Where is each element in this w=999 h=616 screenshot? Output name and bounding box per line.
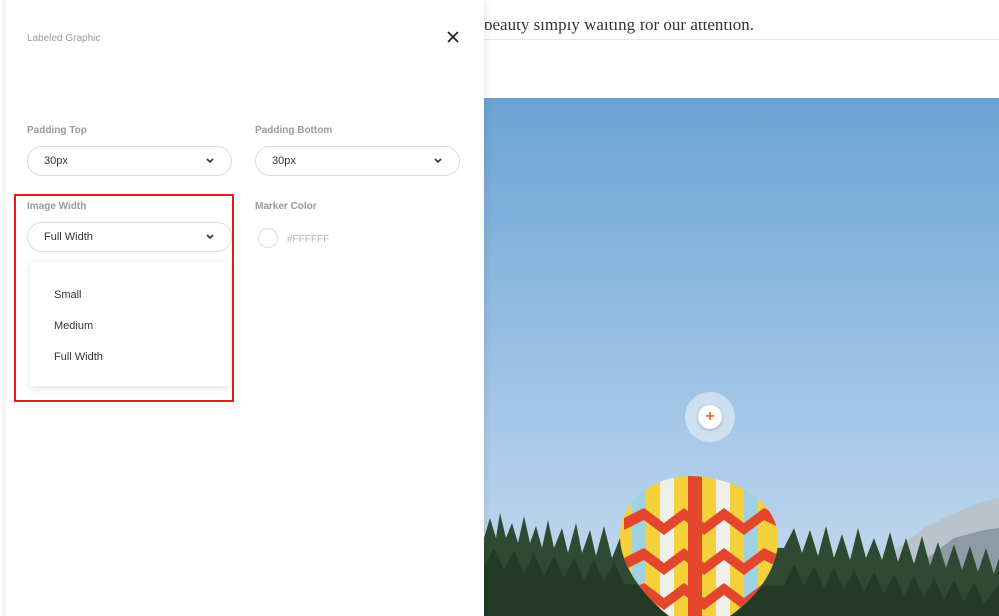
dropdown-option-full-width[interactable]: Full Width [54, 351, 103, 363]
close-button[interactable] [443, 27, 463, 47]
settings-panel: Labeled Graphic Padding Top 30px Padding… [3, 0, 484, 616]
header-divider [484, 39, 999, 40]
hotspot-marker[interactable]: + [685, 392, 735, 442]
padding-bottom-label: Padding Bottom [255, 125, 333, 136]
dropdown-option-medium[interactable]: Medium [54, 320, 93, 332]
image-width-dropdown: Small Medium Full Width [30, 262, 230, 386]
hero-image [484, 98, 999, 616]
balloon-photo [484, 98, 999, 616]
chevron-down-icon [205, 156, 215, 166]
padding-top-value: 30px [44, 155, 68, 167]
padding-bottom-select[interactable]: 30px [255, 146, 460, 176]
image-width-label: Image Width [27, 201, 87, 212]
article-text: beauty simply waiting for our attention. [484, 22, 755, 34]
article-text-line: beauty simply waiting for our attention. [484, 22, 999, 52]
image-width-select[interactable]: Full Width [27, 222, 232, 252]
marker-color-hex[interactable]: #FFFFFF [287, 234, 329, 245]
marker-color-swatch[interactable] [258, 228, 278, 248]
plus-icon[interactable]: + [698, 405, 722, 429]
marker-color-label: Marker Color [255, 201, 317, 212]
padding-top-label: Padding Top [27, 125, 87, 136]
dropdown-option-small[interactable]: Small [54, 289, 82, 301]
padding-top-select[interactable]: 30px [27, 146, 232, 176]
chevron-down-icon [205, 232, 215, 242]
panel-title: Labeled Graphic [27, 33, 101, 44]
image-width-value: Full Width [44, 231, 93, 243]
chevron-down-icon [433, 156, 443, 166]
close-icon [447, 31, 459, 43]
padding-bottom-value: 30px [272, 155, 296, 167]
panel-edge [3, 0, 6, 616]
